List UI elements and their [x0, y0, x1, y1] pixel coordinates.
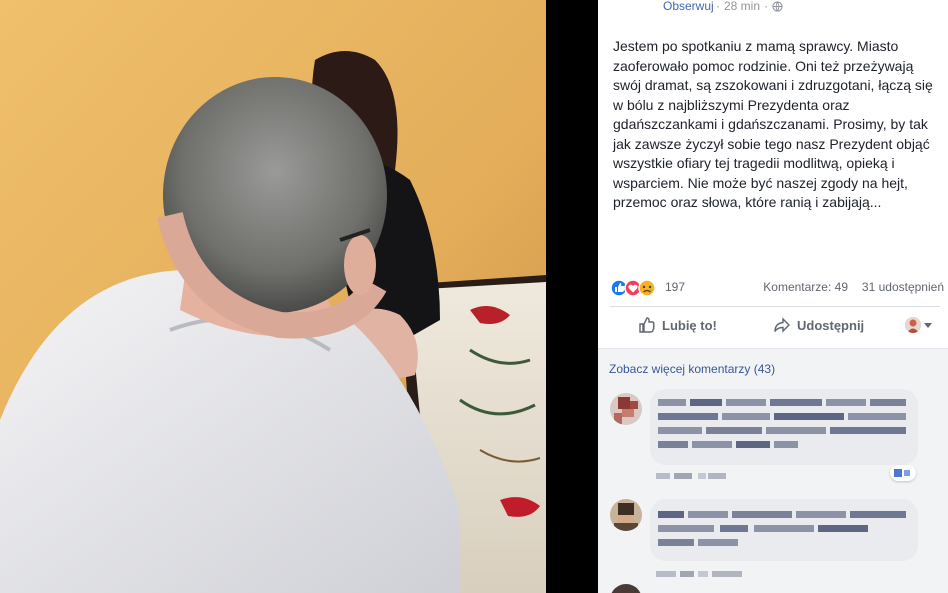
see-more-comments-link[interactable]: Zobacz więcej komentarzy (43)	[609, 362, 775, 376]
shares-count[interactable]: 31 udostępnień	[862, 280, 944, 294]
pixelated-comment-text	[650, 389, 918, 465]
thumbs-up-icon	[639, 317, 655, 333]
comments-area: Zobacz więcej komentarzy (43)	[598, 348, 948, 593]
chevron-down-icon	[924, 322, 932, 328]
follow-button[interactable]: Obserwuj	[663, 0, 714, 13]
pixelated-avatar	[610, 393, 642, 425]
like-label: Lubię to!	[662, 317, 717, 333]
comment-meta-blurred	[656, 569, 746, 579]
comment-meta-blurred	[656, 471, 726, 481]
pixelated-comment-meta	[656, 473, 726, 479]
mourning-ribbon-icon	[614, 0, 654, 14]
share-button[interactable]: Udostępnij	[773, 316, 864, 334]
user-avatar-image	[905, 317, 921, 333]
reaction-count[interactable]: 197	[665, 280, 685, 294]
viewer-gap	[546, 0, 598, 593]
globe-icon	[772, 0, 783, 12]
actions-row: Lubię to! Udostępnij	[598, 312, 948, 342]
meta-separator: ·	[716, 0, 720, 13]
post-meta: · 28 min ·	[716, 0, 783, 13]
pixelated-reaction-icon	[894, 469, 910, 477]
comment-reaction-badge[interactable]	[890, 465, 916, 481]
comment-avatar[interactable]	[610, 393, 642, 425]
page-avatar[interactable]	[614, 0, 654, 14]
post-photo[interactable]	[0, 0, 546, 593]
reactions-row: 197 Komentarze: 49 31 udostępnień	[610, 278, 944, 298]
share-arrow-icon	[774, 317, 790, 333]
comment-avatar[interactable]	[610, 499, 642, 531]
user-avatar	[905, 317, 921, 333]
share-label: Udostępnij	[797, 317, 865, 333]
post-as-selector[interactable]	[905, 317, 932, 333]
pixelated-comment-text	[650, 499, 918, 561]
comment-bubble-blurred	[650, 389, 918, 465]
post-panel: Obserwuj · 28 min · Jestem po spotkaniu …	[598, 0, 948, 593]
comment-avatar[interactable]	[610, 584, 642, 593]
meta-separator: ·	[764, 0, 769, 13]
comment-bubble-blurred	[650, 499, 918, 561]
like-button[interactable]: Lubię to!	[638, 316, 717, 334]
comments-count[interactable]: Komentarze: 49	[763, 280, 848, 294]
post-timestamp[interactable]: 28 min	[724, 0, 760, 13]
sad-reaction-icon	[638, 279, 656, 297]
divider	[610, 306, 940, 307]
photo-illustration	[0, 0, 546, 593]
reaction-icons[interactable]	[610, 279, 660, 297]
pixelated-comment-meta	[656, 571, 742, 577]
post-text: Jestem po spotkaniu z mamą sprawcy. Mias…	[613, 38, 933, 210]
pixelated-avatar	[610, 499, 642, 531]
